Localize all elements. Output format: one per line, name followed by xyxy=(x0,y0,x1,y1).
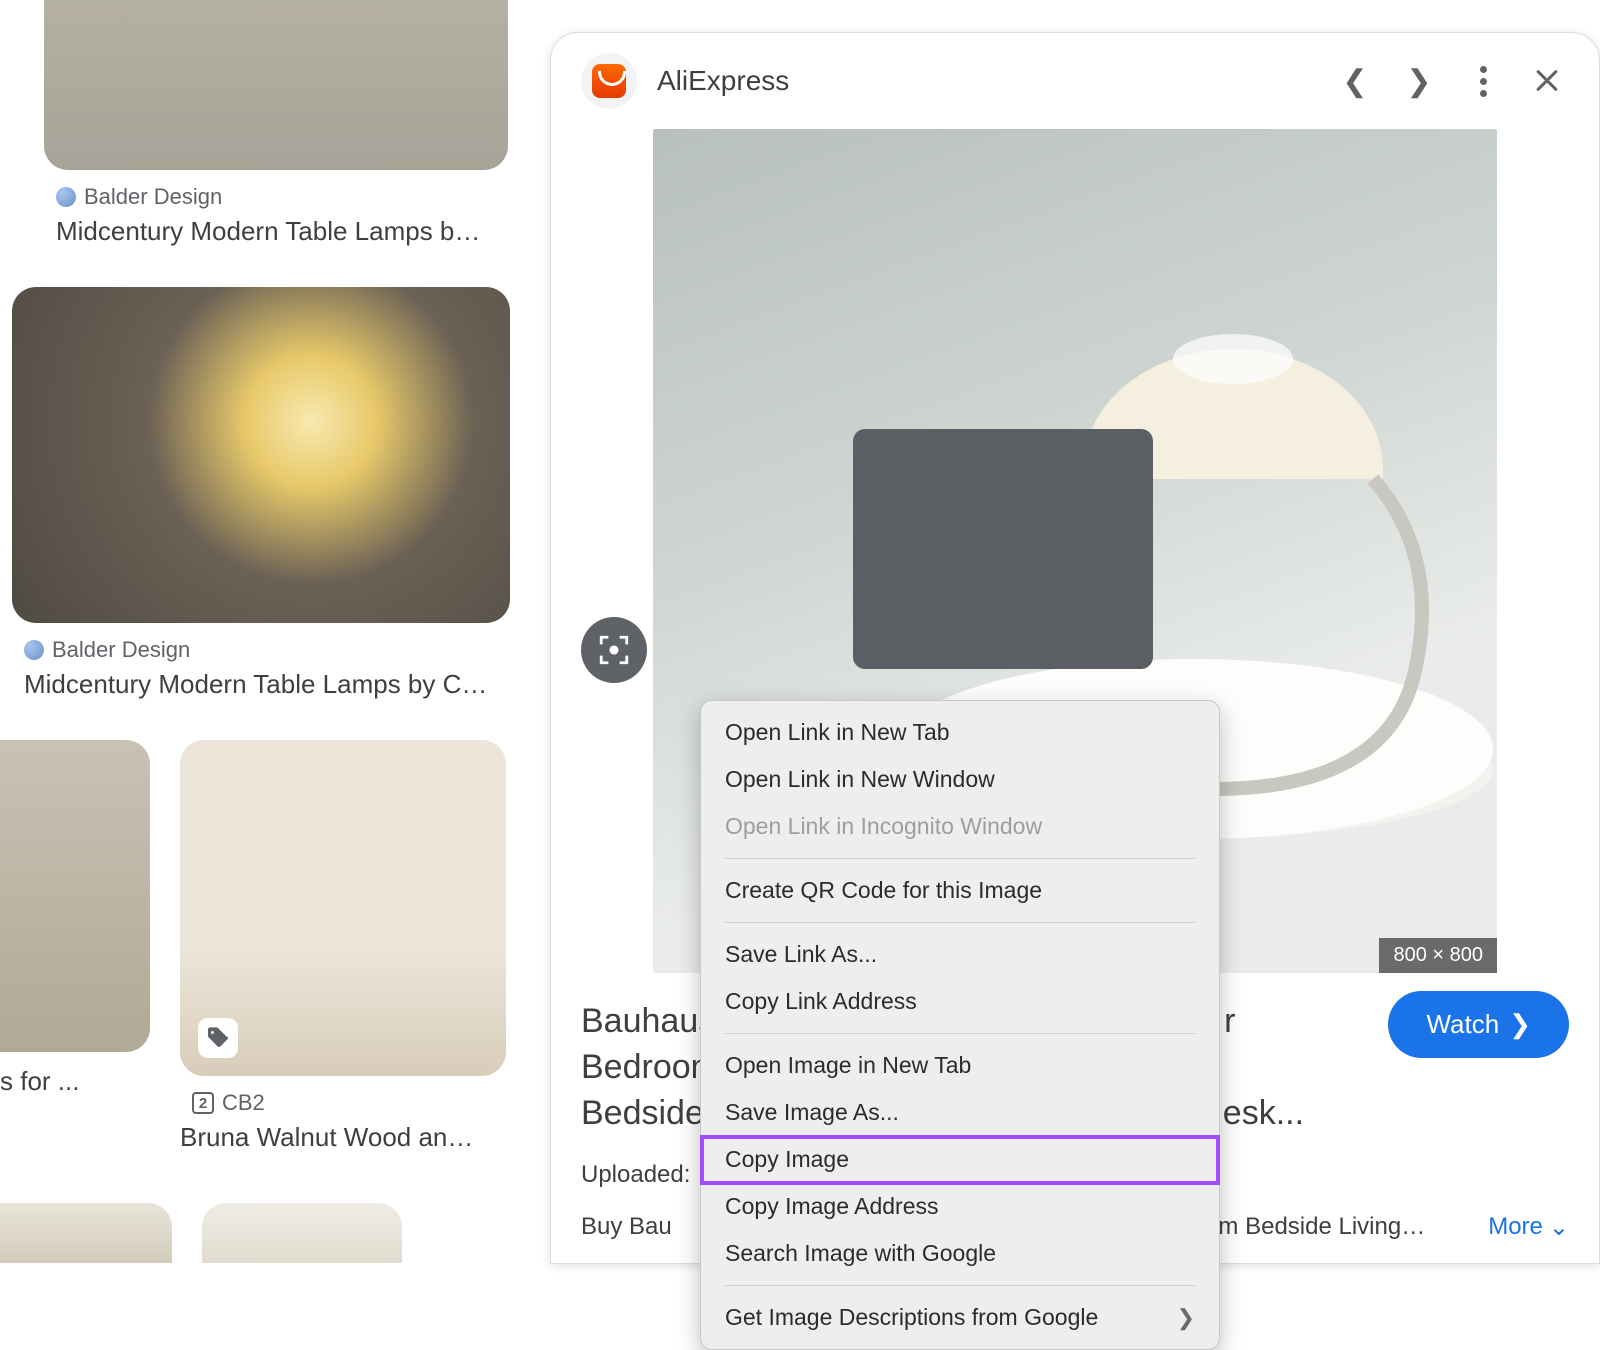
result-thumbnail[interactable] xyxy=(12,287,510,623)
result-thumbnail[interactable] xyxy=(44,0,508,170)
ctx-separator xyxy=(725,1285,1195,1286)
chevron-down-icon: ⌄ xyxy=(1549,1213,1569,1242)
count-badge: 2 xyxy=(192,1092,214,1114)
close-icon xyxy=(1533,67,1561,95)
result-source: Balder Design xyxy=(24,637,510,663)
chevron-right-icon: ❯ xyxy=(1177,1305,1195,1331)
ctx-copy-link-address[interactable]: Copy Link Address xyxy=(701,978,1219,1025)
ctx-copy-image-address[interactable]: Copy Image Address xyxy=(701,1183,1219,1230)
source-favicon[interactable] xyxy=(581,53,637,109)
result-item[interactable]: s for ... xyxy=(0,740,150,1153)
ctx-separator xyxy=(725,922,1195,923)
result-title[interactable]: Bruna Walnut Wood an… xyxy=(180,1122,494,1153)
context-menu: Open Link in New Tab Open Link in New Wi… xyxy=(700,700,1220,1350)
result-thumbnail[interactable] xyxy=(202,1203,402,1263)
result-item[interactable]: Balder Design Midcentury Modern Table La… xyxy=(44,0,510,247)
prev-button[interactable]: ❮ xyxy=(1333,59,1377,103)
result-thumbnail[interactable] xyxy=(180,740,506,1076)
ctx-separator xyxy=(725,858,1195,859)
panel-source-name[interactable]: AliExpress xyxy=(657,65,1313,97)
close-button[interactable] xyxy=(1525,59,1569,103)
ctx-image-descriptions[interactable]: Get Image Descriptions from Google ❯ xyxy=(701,1294,1219,1341)
ctx-copy-image[interactable]: Copy Image xyxy=(701,1136,1219,1183)
ctx-save-link-as[interactable]: Save Link As... xyxy=(701,931,1219,978)
image-dimensions-badge: 800 × 800 xyxy=(1379,938,1497,973)
ctx-create-qr[interactable]: Create QR Code for this Image xyxy=(701,867,1219,914)
google-lens-button[interactable] xyxy=(581,617,647,683)
result-source: Balder Design xyxy=(56,184,510,210)
result-item[interactable]: Balder Design Midcentury Modern Table La… xyxy=(12,287,510,700)
result-source-label: Balder Design xyxy=(52,637,190,663)
ctx-open-link-new-window[interactable]: Open Link in New Window xyxy=(701,756,1219,803)
result-source: 2 CB2 xyxy=(192,1090,506,1116)
more-link[interactable]: More ⌄ xyxy=(1488,1213,1569,1242)
ctx-open-link-incognito: Open Link in Incognito Window xyxy=(701,803,1219,850)
shopping-tag-icon xyxy=(198,1018,238,1058)
ctx-open-image-new-tab[interactable]: Open Image in New Tab xyxy=(701,1042,1219,1089)
result-title[interactable]: s for ... xyxy=(0,1066,138,1097)
result-title[interactable]: Midcentury Modern Table Lamps by C… xyxy=(24,669,498,700)
ctx-open-link-new-tab[interactable]: Open Link in New Tab xyxy=(701,709,1219,756)
result-source-label: Balder Design xyxy=(84,184,222,210)
result-title[interactable]: Midcentury Modern Table Lamps b… xyxy=(56,216,498,247)
result-source-label: CB2 xyxy=(222,1090,265,1116)
result-item[interactable]: 2 CB2 Bruna Walnut Wood an… xyxy=(180,740,506,1153)
ctx-separator xyxy=(725,1033,1195,1034)
results-column: Balder Design Midcentury Modern Table La… xyxy=(0,0,520,1264)
watch-button[interactable]: Watch ❯ xyxy=(1388,991,1569,1058)
globe-icon xyxy=(56,187,76,207)
result-thumbnail[interactable] xyxy=(0,1203,172,1263)
ctx-search-image-google[interactable]: Search Image with Google xyxy=(701,1230,1219,1277)
panel-header: AliExpress ❮ ❯ xyxy=(551,33,1599,129)
ctx-save-image-as[interactable]: Save Image As... xyxy=(701,1089,1219,1136)
chevron-right-icon: ❯ xyxy=(1509,1009,1531,1040)
globe-icon xyxy=(24,640,44,660)
more-options-button[interactable] xyxy=(1461,59,1505,103)
result-thumbnail[interactable] xyxy=(0,740,150,1052)
next-button[interactable]: ❯ xyxy=(1397,59,1441,103)
